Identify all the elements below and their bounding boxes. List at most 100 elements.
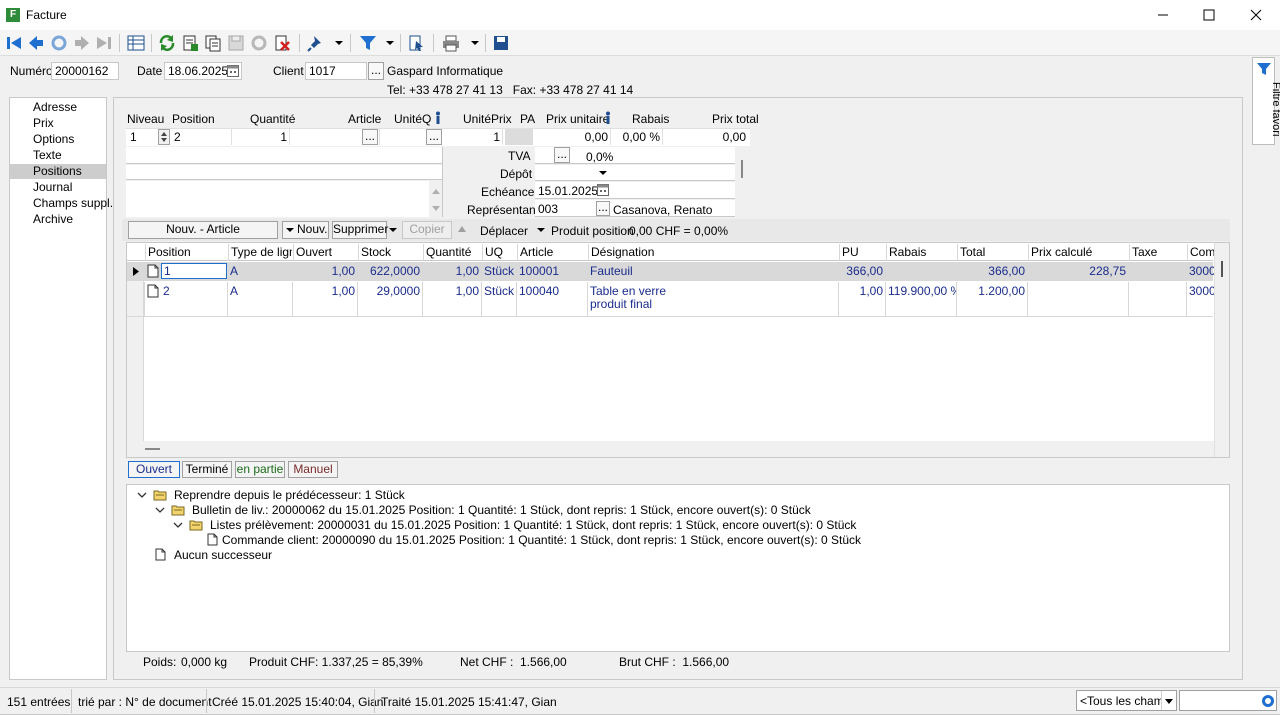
article-lookup-button[interactable]: ... — [362, 129, 378, 145]
delete-icon[interactable] — [272, 33, 292, 53]
pin-icon[interactable] — [306, 33, 326, 53]
maximize-button[interactable] — [1186, 0, 1232, 30]
uniteq-info-icon[interactable] — [433, 111, 443, 125]
table-vscroll-thumb[interactable] — [1221, 261, 1223, 277]
sidebar-item-4[interactable]: Positions — [10, 164, 106, 179]
prix-info-icon[interactable] — [603, 111, 613, 125]
previous-record-icon[interactable] — [26, 33, 46, 53]
calendar-icon[interactable] — [227, 65, 239, 77]
quantite-field[interactable]: 1 — [234, 129, 290, 145]
table-view-icon[interactable] — [126, 33, 146, 53]
depot-dropdown-icon[interactable] — [599, 171, 607, 175]
select-record-icon[interactable] — [406, 33, 426, 53]
next-record-icon[interactable] — [72, 33, 92, 53]
niveau-spinner[interactable] — [158, 129, 170, 145]
table-vscroll[interactable] — [1214, 243, 1229, 457]
rabais-label: Rabais — [632, 112, 670, 126]
column-header[interactable]: Désignation — [588, 244, 838, 261]
tree-item-label[interactable]: Commande client: 20000090 du 15.01.2025 … — [222, 533, 861, 547]
copy-document-icon[interactable] — [203, 33, 223, 53]
minimize-button[interactable] — [1140, 0, 1186, 30]
rabais-field[interactable]: 0,00 % — [613, 129, 663, 145]
text-area-2[interactable] — [126, 165, 443, 180]
text-area-3[interactable] — [126, 181, 429, 217]
save-layout-icon[interactable] — [491, 33, 511, 53]
undo-icon[interactable] — [49, 33, 69, 53]
sidebar-item-1[interactable]: Prix — [10, 116, 106, 131]
column-header[interactable]: Stock — [358, 244, 422, 261]
tree-item-label[interactable]: Aucun successeur — [174, 548, 272, 562]
text-area-scrollbar[interactable] — [429, 181, 443, 217]
sidebar-item-6[interactable]: Champs suppl. — [10, 196, 113, 211]
column-header[interactable]: Taxe — [1129, 244, 1186, 261]
client-field[interactable]: 1017 — [305, 62, 367, 80]
filter-dropdown-icon[interactable] — [386, 41, 394, 45]
uniteprix-field[interactable]: 1 — [444, 129, 503, 145]
position-field[interactable]: 2 — [172, 129, 232, 145]
close-button[interactable] — [1232, 0, 1280, 30]
column-header[interactable]: PU — [839, 244, 885, 261]
chevron-down-icon[interactable] — [137, 491, 147, 499]
sidebar-item-2[interactable]: Options — [10, 132, 106, 147]
move-label[interactable]: Déplacer — [480, 224, 528, 238]
echeance-field[interactable]: 15.01.2025 — [535, 182, 735, 199]
pin-dropdown-icon[interactable] — [335, 41, 343, 45]
status-tab[interactable]: Manuel — [288, 461, 338, 478]
table-hscroll-thumb[interactable] — [145, 448, 160, 450]
column-header[interactable]: Ouvert — [293, 244, 357, 261]
chevron-down-icon[interactable] — [155, 506, 165, 514]
echeance-calendar-icon[interactable] — [597, 184, 609, 196]
column-header[interactable]: Prix calculé — [1028, 244, 1128, 261]
tva-lookup-button[interactable]: ... — [554, 147, 570, 163]
tree-item-label[interactable]: Listes prélèvement: 20000031 du 15.01.20… — [210, 518, 856, 532]
status-tab[interactable]: Terminé — [182, 461, 232, 478]
new-article-button[interactable]: Nouv. - Article — [128, 221, 278, 239]
copy-button[interactable]: Copier — [402, 221, 452, 239]
last-record-icon[interactable] — [94, 33, 114, 53]
delete-button[interactable]: Supprimer — [332, 221, 388, 239]
tree-item-label[interactable]: Reprendre depuis le prédécesseur: 1 Stüc… — [174, 488, 405, 502]
sidebar-item-3[interactable]: Texte — [10, 148, 106, 163]
column-header[interactable]: Quantité — [423, 244, 481, 261]
status-tab[interactable]: Ouvert — [128, 461, 180, 478]
new-dropdown-icon[interactable] — [286, 228, 294, 232]
sidebar-item-7[interactable]: Archive — [10, 212, 106, 227]
status-tab[interactable]: en partie — [235, 461, 285, 478]
column-header[interactable]: Position — [145, 244, 227, 261]
prix-unitaire-field[interactable]: 0,00 — [535, 129, 611, 145]
save-icon[interactable] — [226, 33, 246, 53]
field-filter-dropdown-icon[interactable] — [1161, 691, 1176, 710]
tree-item-label[interactable]: Bulletin de liv.: 20000062 du 15.01.2025… — [192, 503, 811, 517]
prix-total-field[interactable]: 0,00 — [665, 129, 748, 145]
refresh-icon[interactable] — [157, 33, 177, 53]
uniteq-lookup-button[interactable]: ... — [426, 129, 442, 145]
column-header[interactable]: Comp — [1187, 244, 1214, 261]
column-header[interactable]: Total — [957, 244, 1027, 261]
column-header[interactable]: UQ — [482, 244, 516, 261]
sidebar-item-0[interactable]: Adresse — [10, 100, 106, 115]
print-dropdown-icon[interactable] — [471, 41, 479, 45]
search-icon[interactable] — [1261, 694, 1275, 708]
sidebar-item-5[interactable]: Journal — [10, 180, 106, 195]
revert-icon[interactable] — [249, 33, 269, 53]
chevron-down-icon[interactable] — [173, 521, 183, 529]
depot-field[interactable] — [535, 165, 735, 181]
client-lookup-button[interactable]: ... — [368, 62, 384, 80]
column-header[interactable]: Article — [517, 244, 587, 261]
move-dropdown-icon[interactable] — [537, 228, 545, 232]
column-header[interactable]: Type de ligne — [228, 244, 292, 261]
print-icon[interactable] — [441, 33, 461, 53]
new-document-icon[interactable] — [180, 33, 200, 53]
niveau-field[interactable]: 1 — [128, 129, 156, 145]
delete-dropdown-icon[interactable] — [389, 228, 397, 232]
text-area-1[interactable] — [126, 147, 443, 164]
move-up-icon[interactable] — [458, 226, 466, 232]
table-hscroll[interactable] — [127, 441, 1214, 457]
column-header[interactable]: Rabais — [886, 244, 956, 261]
favorite-filter-tab[interactable]: Filtre favori — [1252, 57, 1280, 145]
filter-icon[interactable] — [358, 33, 378, 53]
client-label: Client — [273, 64, 304, 78]
representant-lookup-button[interactable]: ... — [596, 201, 610, 216]
first-record-icon[interactable] — [4, 33, 24, 53]
numero-field[interactable]: 20000162 — [51, 62, 119, 80]
